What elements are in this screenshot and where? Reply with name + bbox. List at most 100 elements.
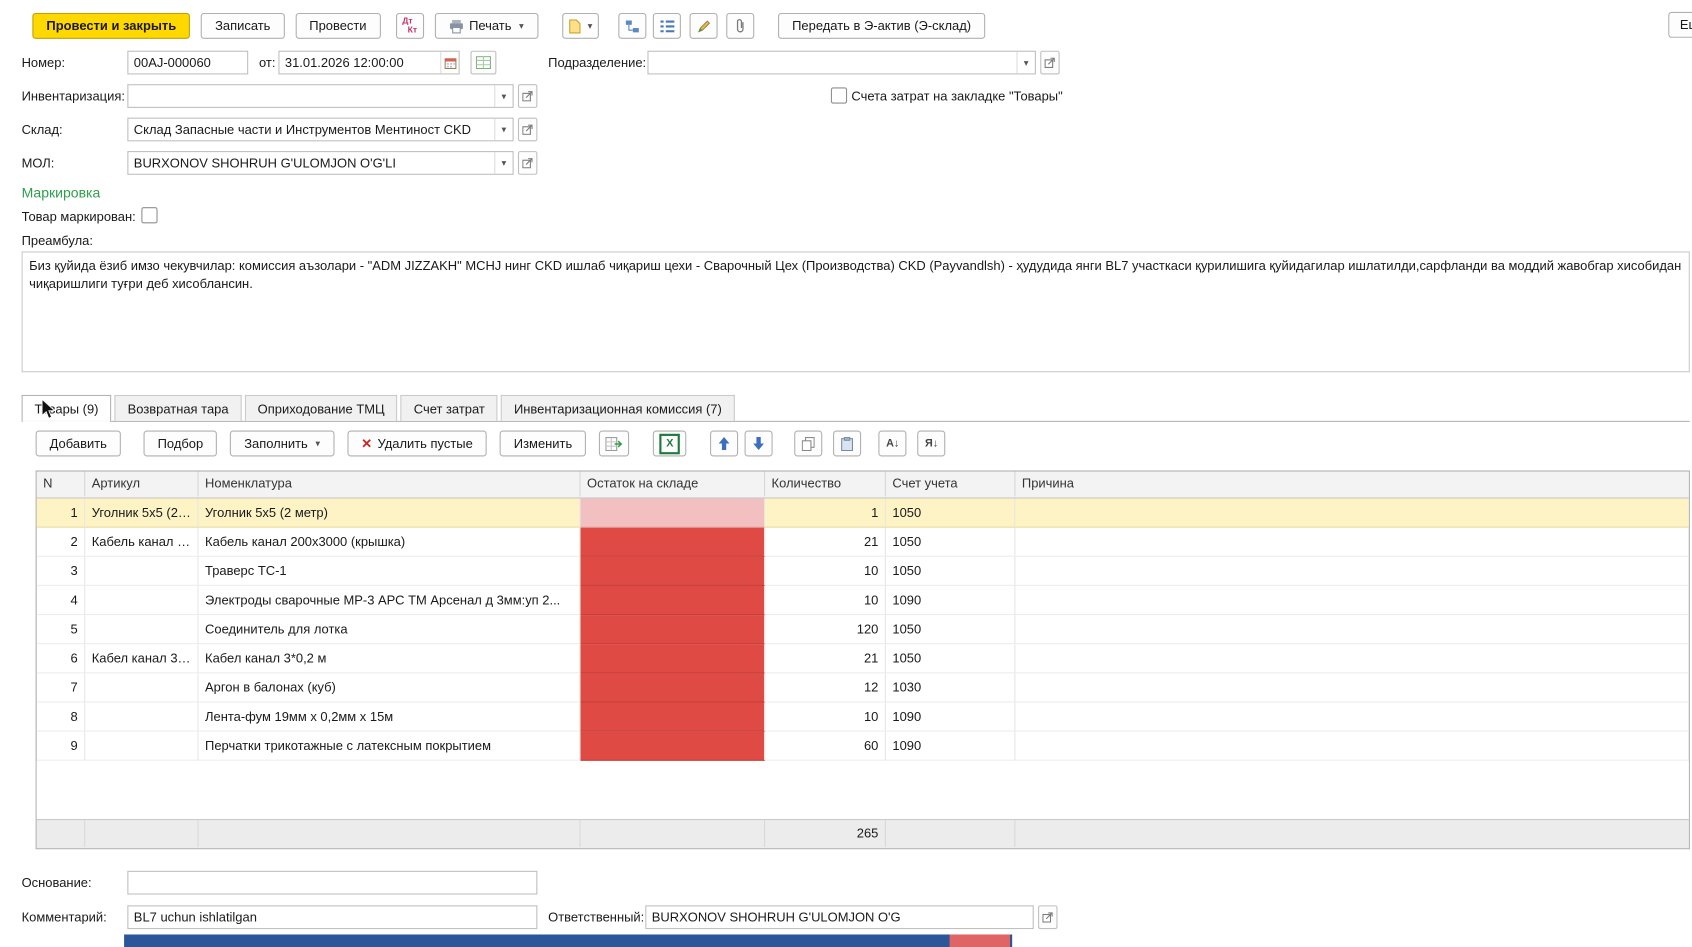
table-row[interactable]: 4 Электроды сварочные МР-3 АРС ТМ Арсена… xyxy=(36,585,1689,616)
preamble-textarea[interactable]: Биз қуйида ёзиб имзо чекувчилар: комисси… xyxy=(21,251,1690,373)
cell-article[interactable] xyxy=(85,673,199,703)
show-stock-button[interactable] xyxy=(599,430,630,457)
cell-row-number[interactable]: 5 xyxy=(36,615,86,645)
create-based-on-button[interactable]: ▾ xyxy=(561,12,599,39)
cell-article[interactable] xyxy=(85,731,199,761)
copy-rows-button[interactable] xyxy=(794,430,823,457)
number-field[interactable]: 00AJ-000060 xyxy=(127,50,249,75)
cell-reason[interactable] xyxy=(1015,732,1689,761)
cell-account[interactable]: 1050 xyxy=(885,644,1016,674)
cell-account[interactable]: 1090 xyxy=(885,731,1016,761)
cell-stock-on-warehouse[interactable] xyxy=(580,585,766,616)
cell-article[interactable]: Кабель канал 200х3000 xyxy=(85,527,199,557)
cell-quantity[interactable]: 21 xyxy=(765,644,886,674)
cell-item[interactable]: Перчатки трикотажные с латексным покрыти… xyxy=(198,731,581,761)
cell-article[interactable]: Кабел канал 3*0,2 м xyxy=(85,644,199,674)
transfer-to-e-active-button[interactable]: Передать в Э-актив (Э-склад) xyxy=(778,12,986,39)
tab-cost-account[interactable]: Счет затрат xyxy=(400,394,498,421)
cell-row-number[interactable]: 8 xyxy=(36,702,86,732)
pick-button[interactable]: Подбор xyxy=(143,430,218,457)
chevron-down-icon[interactable]: ▾ xyxy=(494,152,512,174)
cell-reason[interactable] xyxy=(1015,673,1689,703)
cell-reason[interactable] xyxy=(1015,557,1689,586)
table-row[interactable]: 2 Кабель канал 200х3000 Кабель канал 200… xyxy=(36,527,1689,557)
department-field[interactable]: ▾ xyxy=(647,50,1036,75)
move-down-button[interactable] xyxy=(744,430,773,457)
cell-quantity[interactable]: 60 xyxy=(765,731,886,761)
cell-row-number[interactable]: 9 xyxy=(36,731,86,761)
responsible-field[interactable]: BURXONOV SHOHRUH G'ULOMJON O'G xyxy=(645,905,1034,930)
sort-asc-button[interactable]: А↓ xyxy=(878,430,907,457)
column-header-article[interactable]: Артикул xyxy=(85,471,199,497)
table-row[interactable]: 9 Перчатки трикотажные с латексным покры… xyxy=(36,731,1689,761)
list-view-button[interactable] xyxy=(652,12,681,39)
cell-reason[interactable] xyxy=(1015,644,1689,674)
cell-stock-on-warehouse[interactable] xyxy=(580,673,766,703)
cell-stock-on-warehouse[interactable] xyxy=(580,731,766,761)
paste-rows-button[interactable] xyxy=(833,430,862,457)
warehouse-choose-button[interactable] xyxy=(517,117,538,142)
cell-stock-on-warehouse[interactable] xyxy=(580,615,766,645)
responsible-choose-button[interactable] xyxy=(1038,905,1058,930)
cell-quantity[interactable]: 120 xyxy=(765,615,886,645)
marking-section-header[interactable]: Маркировка xyxy=(22,185,101,201)
save-button[interactable]: Записать xyxy=(201,12,285,39)
cell-item[interactable]: Уголник 5х5 (2 метр) xyxy=(198,498,581,528)
cell-row-number[interactable]: 2 xyxy=(36,527,86,557)
cell-account[interactable]: 1090 xyxy=(885,702,1016,732)
tab-inventory-commission[interactable]: Инвентаризационная комиссия (7) xyxy=(501,394,735,421)
cost-accounts-checkbox[interactable] xyxy=(830,87,848,104)
cell-stock-on-warehouse[interactable] xyxy=(580,498,766,528)
cell-item[interactable]: Кабель канал 200х3000 (крышка) xyxy=(198,527,581,557)
cell-item[interactable]: Соединитель для лотка xyxy=(198,615,581,645)
chevron-down-icon[interactable]: ▾ xyxy=(1016,51,1034,74)
cell-item[interactable]: Аргон в балонах (куб) xyxy=(198,673,581,703)
cell-article[interactable] xyxy=(85,556,199,586)
cell-quantity[interactable]: 1 xyxy=(765,498,886,528)
register-records-button[interactable] xyxy=(470,50,497,75)
column-header-item[interactable]: Номенклатура xyxy=(199,471,581,497)
mol-field[interactable]: BURXONOV SHOHRUH G'ULOMJON O'G'LI ▾ xyxy=(127,151,514,175)
cell-quantity[interactable]: 10 xyxy=(765,702,886,732)
cell-row-number[interactable]: 6 xyxy=(36,644,86,674)
column-header-quantity[interactable]: Количество xyxy=(765,471,886,497)
document-structure-button[interactable] xyxy=(618,12,647,39)
edit-row-button[interactable]: Изменить xyxy=(499,430,587,457)
cell-item[interactable]: Электроды сварочные МР-3 АРС ТМ Арсенал … xyxy=(198,585,581,616)
cell-reason[interactable] xyxy=(1015,498,1689,528)
warehouse-field[interactable]: Склад Запасные части и Инструментов Мент… xyxy=(127,117,514,142)
column-header-account[interactable]: Счет учета xyxy=(886,471,1016,497)
basis-field[interactable] xyxy=(127,870,538,895)
column-header-n[interactable]: N xyxy=(37,471,86,497)
inventory-field[interactable]: ▾ xyxy=(127,84,514,108)
cell-quantity[interactable]: 10 xyxy=(765,585,886,616)
export-excel-button[interactable]: X xyxy=(653,430,687,457)
chevron-down-icon[interactable]: ▾ xyxy=(494,118,512,141)
cell-stock-on-warehouse[interactable] xyxy=(580,527,766,557)
cell-account[interactable]: 1050 xyxy=(885,556,1016,586)
inventory-choose-button[interactable] xyxy=(517,84,538,108)
cell-row-number[interactable]: 4 xyxy=(36,585,86,616)
edit-text-button[interactable] xyxy=(689,12,718,39)
cell-row-number[interactable]: 1 xyxy=(36,498,86,528)
more-button[interactable]: Еще xyxy=(1668,11,1692,38)
tab-goods-receipt[interactable]: Оприходование ТМЦ xyxy=(244,394,398,421)
calendar-icon[interactable] xyxy=(440,51,458,74)
cell-reason[interactable] xyxy=(1015,615,1689,645)
cell-account[interactable]: 1050 xyxy=(885,615,1016,645)
dtkt-postings-button[interactable]: Дт Кт xyxy=(395,12,424,39)
cell-reason[interactable] xyxy=(1015,586,1689,616)
cell-quantity[interactable]: 21 xyxy=(765,527,886,557)
cell-account[interactable]: 1050 xyxy=(885,498,1016,528)
move-up-button[interactable] xyxy=(710,430,739,457)
date-field[interactable]: 31.01.2026 12:00:00 xyxy=(278,50,460,75)
add-row-button[interactable]: Добавить xyxy=(35,430,121,457)
cell-item[interactable]: Кабел канал 3*0,2 м xyxy=(198,644,581,674)
table-row[interactable]: 6 Кабел канал 3*0,2 м Кабел канал 3*0,2 … xyxy=(36,644,1689,674)
table-row[interactable]: 3 Траверс ТС-1 10 1050 xyxy=(36,556,1689,586)
cell-row-number[interactable]: 3 xyxy=(36,556,86,586)
column-header-reason[interactable]: Причина xyxy=(1015,472,1688,497)
marked-checkbox[interactable] xyxy=(141,207,158,224)
comment-field[interactable]: BL7 uchun ishlatilgan xyxy=(127,905,538,930)
post-and-close-button[interactable]: Провести и закрыть xyxy=(32,12,191,39)
